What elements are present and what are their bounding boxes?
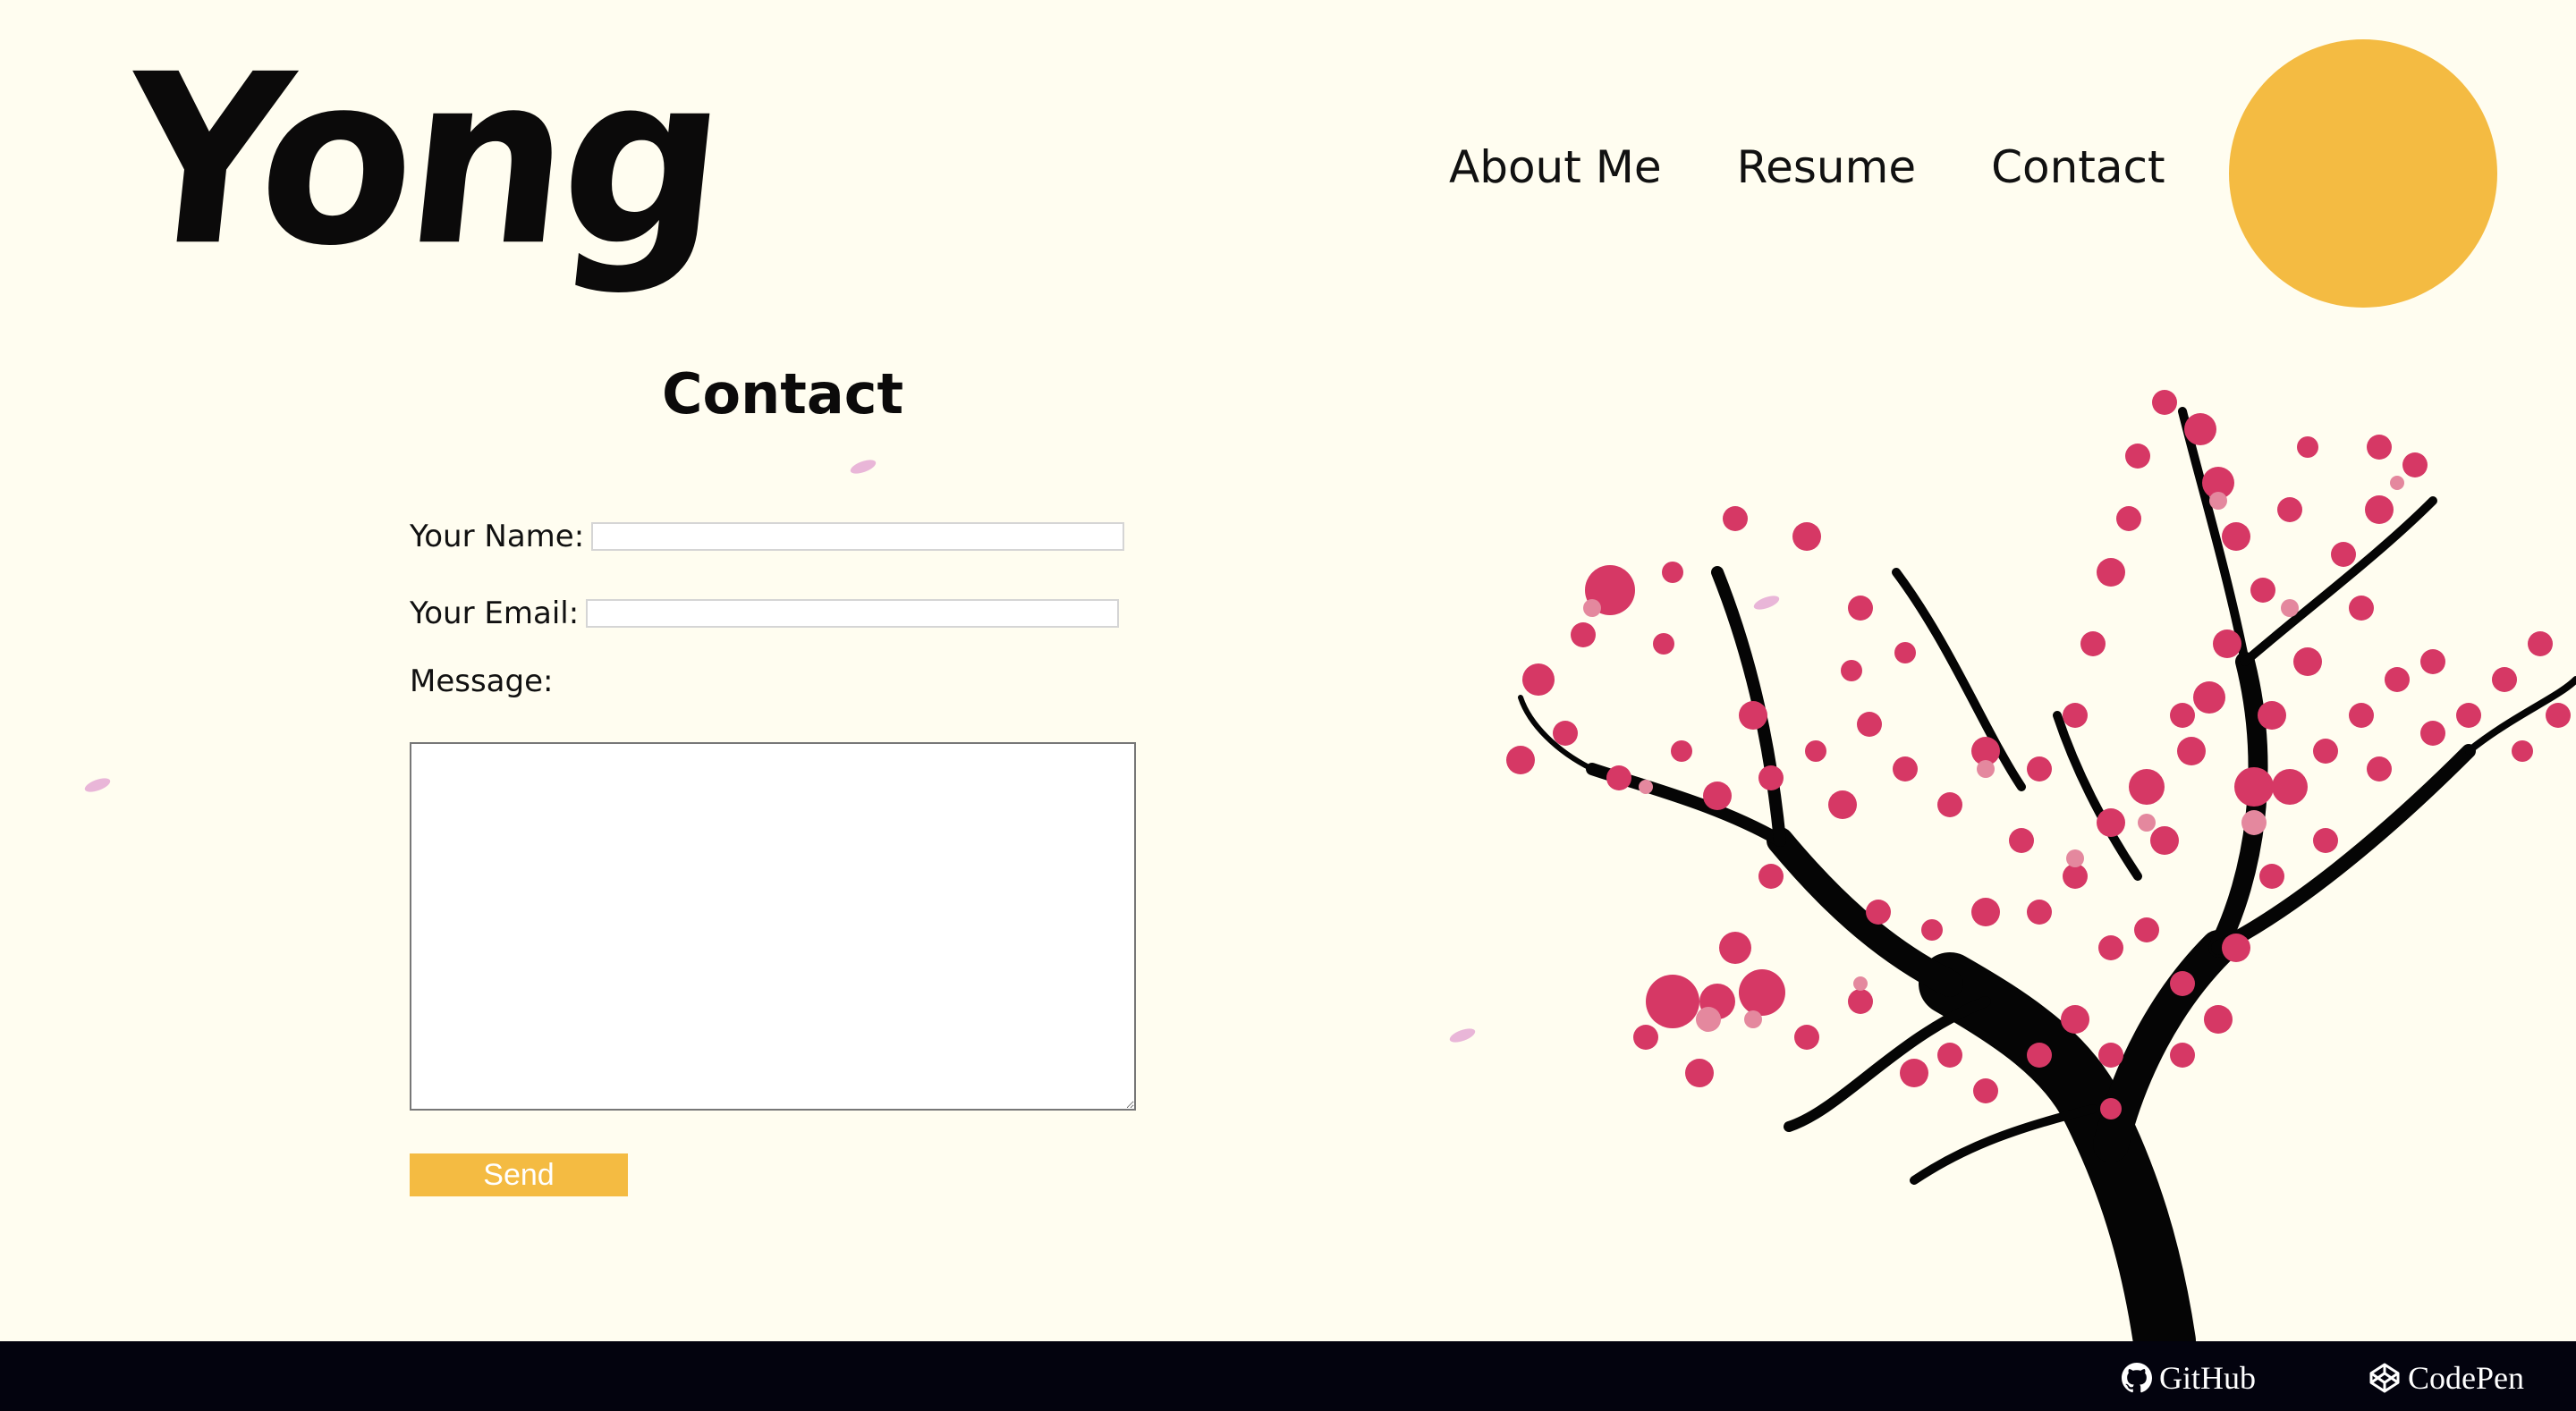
sun-decoration xyxy=(2229,39,2497,308)
name-label: Your Name: xyxy=(410,519,585,554)
falling-petal xyxy=(848,457,878,477)
cherry-blossom-tree-illustration xyxy=(1506,390,2576,1341)
github-link[interactable]: GitHub xyxy=(2122,1359,2256,1397)
codepen-icon xyxy=(2369,1363,2400,1393)
name-field[interactable] xyxy=(591,522,1125,551)
falling-petal xyxy=(82,775,113,795)
tree-trunk xyxy=(1518,407,2576,1341)
email-field[interactable] xyxy=(586,599,1120,628)
email-label: Your Email: xyxy=(410,596,580,631)
page-title: Contact xyxy=(662,361,904,427)
logo[interactable]: Yong xyxy=(111,24,733,298)
main-nav: About Me Resume Contact xyxy=(1449,141,2241,193)
contact-form: Your Name: Your Email: Message: Send xyxy=(410,510,1143,1196)
codepen-label: CodePen xyxy=(2408,1360,2524,1396)
send-button[interactable]: Send xyxy=(410,1153,628,1196)
nav-resume[interactable]: Resume xyxy=(1737,141,1916,193)
nav-contact[interactable]: Contact xyxy=(1991,141,2165,193)
message-field[interactable] xyxy=(410,742,1136,1111)
falling-petal xyxy=(1447,1026,1478,1045)
name-row: Your Name: xyxy=(410,510,1143,563)
nav-about-me[interactable]: About Me xyxy=(1449,141,1662,193)
message-label: Message: xyxy=(410,663,554,699)
github-label: GitHub xyxy=(2159,1360,2256,1396)
codepen-link[interactable]: CodePen xyxy=(2368,1359,2524,1397)
email-row: Your Email: xyxy=(410,587,1143,640)
footer: GitHub CodePen xyxy=(0,1341,2576,1411)
github-icon xyxy=(2122,1363,2152,1393)
